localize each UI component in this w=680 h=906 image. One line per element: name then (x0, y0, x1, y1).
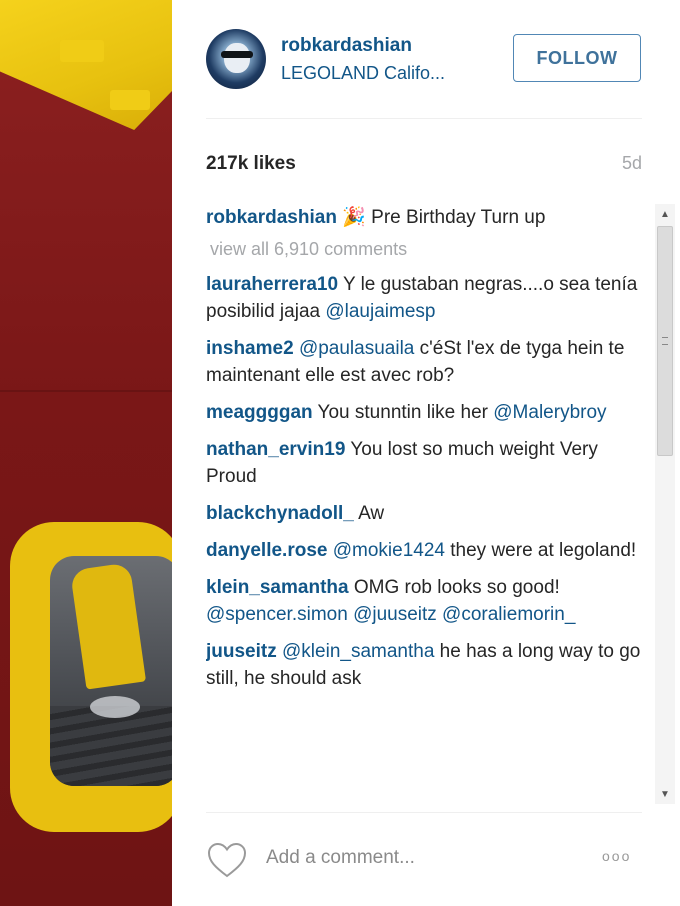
photo-window-piece (69, 562, 147, 690)
heart-icon[interactable] (206, 840, 248, 880)
comment-item: danyelle.rose @mokie1424 they were at le… (206, 537, 650, 564)
comment-username-link[interactable]: meaggggan (206, 402, 313, 423)
divider (206, 812, 642, 813)
photo-stud (60, 40, 104, 62)
comment-username-link[interactable]: blackchynadoll_ (206, 503, 354, 524)
party-popper-icon: 🎉 (342, 207, 366, 228)
avatar[interactable] (206, 29, 266, 89)
comment-mention-link[interactable]: @paulasuaila (299, 338, 414, 359)
photo-stud (110, 90, 150, 110)
caption-username-link[interactable]: robkardashian (206, 207, 337, 228)
comment-item: meaggggan You stunntin like her @Maleryb… (206, 399, 650, 426)
post-header: robkardashian LEGOLAND Califo... FOLLOW (172, 0, 680, 118)
photo-seam (0, 390, 172, 392)
comments-list[interactable]: robkardashian 🎉 Pre Birthday Turn up vie… (206, 204, 650, 800)
comment-text: You stunntin like her (312, 402, 494, 423)
comment-username-link[interactable]: juuseitz (206, 641, 277, 662)
photo-window-light (90, 696, 140, 718)
comment-mention-link[interactable]: @spencer.simon @juuseitz @coraliemorin_ (206, 604, 575, 625)
photo-window (50, 556, 172, 786)
comment-username-link[interactable]: danyelle.rose (206, 540, 327, 561)
comment-item: klein_samantha OMG rob looks so good! @s… (206, 574, 650, 628)
comment-text-tail: they were at legoland! (444, 540, 637, 561)
comment-username-link[interactable]: klein_samantha (206, 577, 349, 598)
comment-username-link[interactable]: nathan_ervin19 (206, 439, 345, 460)
post-location-link[interactable]: LEGOLAND Califo... (281, 63, 445, 84)
post-time-ago[interactable]: 5d (622, 153, 642, 174)
comment-item: inshame2 @paulasuaila c'éSt l'ex de tyga… (206, 335, 650, 389)
post-details-panel: robkardashian LEGOLAND Califo... FOLLOW … (172, 0, 680, 906)
comment-item: nathan_ervin19 You lost so much weight V… (206, 436, 650, 490)
comment-item: juuseitz @klein_samantha he has a long w… (206, 638, 650, 692)
avatar-face (224, 43, 250, 73)
divider (206, 118, 642, 119)
scrollbar-thumb[interactable] (657, 226, 673, 456)
scroll-up-arrow-icon[interactable]: ▲ (655, 204, 675, 224)
post-username-link[interactable]: robkardashian (281, 35, 412, 57)
photo-window-floor (50, 706, 172, 786)
comment-text: Aw (353, 503, 385, 524)
add-comment-input[interactable] (266, 843, 566, 873)
comments-scrollbar[interactable]: ▲ ▼ (655, 204, 675, 804)
comment-item: blackchynadoll_ Aw (206, 500, 650, 527)
comment-username-link[interactable]: lauraherrera10 (206, 274, 338, 295)
caption-text: Pre Birthday Turn up (365, 207, 546, 228)
comment-mention-link[interactable]: @klein_samantha (282, 641, 434, 662)
grip-icon (662, 337, 668, 345)
scroll-down-arrow-icon[interactable]: ▼ (655, 784, 675, 804)
view-all-comments-link[interactable]: view all 6,910 comments (210, 237, 650, 261)
comment-item: lauraherrera10 Y le gustaban negras....o… (206, 271, 650, 325)
follow-button[interactable]: FOLLOW (513, 34, 641, 82)
comment-mention-link[interactable]: @Malerybroy (493, 402, 606, 423)
post-caption: robkardashian 🎉 Pre Birthday Turn up (206, 204, 650, 231)
avatar-sunglasses (221, 51, 253, 58)
more-options-icon[interactable]: ooo (602, 848, 631, 864)
comment-text: OMG rob looks so good! (348, 577, 560, 598)
post-photo (0, 0, 172, 906)
comment-mention-link[interactable]: @laujaimesp (325, 301, 435, 322)
comment-mention-link[interactable]: @mokie1424 (333, 540, 445, 561)
likes-count[interactable]: 217k likes (206, 153, 296, 175)
comment-username-link[interactable]: inshame2 (206, 338, 294, 359)
